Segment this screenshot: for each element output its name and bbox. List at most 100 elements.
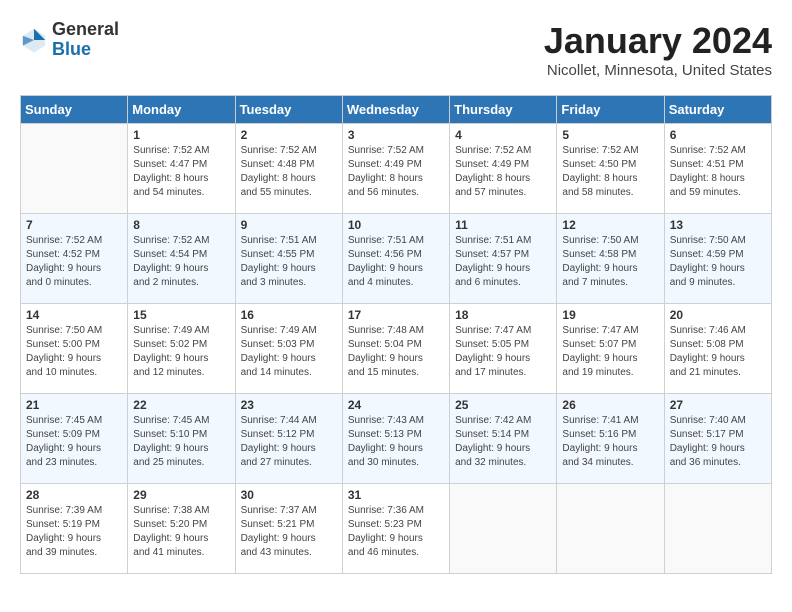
header-day-wednesday: Wednesday [342,96,449,124]
day-number: 20 [670,308,766,322]
calendar-cell: 14Sunrise: 7:50 AM Sunset: 5:00 PM Dayli… [21,304,128,394]
day-info: Sunrise: 7:37 AM Sunset: 5:21 PM Dayligh… [241,504,337,560]
day-info: Sunrise: 7:43 AM Sunset: 5:13 PM Dayligh… [348,414,444,470]
day-number: 12 [562,218,658,232]
day-info: Sunrise: 7:48 AM Sunset: 5:04 PM Dayligh… [348,324,444,380]
day-info: Sunrise: 7:50 AM Sunset: 4:58 PM Dayligh… [562,234,658,290]
day-info: Sunrise: 7:42 AM Sunset: 5:14 PM Dayligh… [455,414,551,470]
day-number: 1 [133,128,229,142]
day-number: 31 [348,488,444,502]
day-number: 10 [348,218,444,232]
day-number: 7 [26,218,122,232]
week-row-1: 1 Sunrise: 7:52 AM Sunset: 4:47 PM Daylig… [21,124,772,214]
calendar-cell: 15Sunrise: 7:49 AM Sunset: 5:02 PM Dayli… [128,304,235,394]
day-number: 19 [562,308,658,322]
day-info: Sunrise: 7:52 AM Sunset: 4:49 PM Dayligh… [348,144,444,200]
day-number: 29 [133,488,229,502]
calendar-cell: 26 Sunrise: 7:41 AM Sunset: 5:16 PM Dayli… [557,394,664,484]
calendar-cell: 29 Sunrise: 7:38 AM Sunset: 5:20 PM Dayli… [128,484,235,574]
day-number: 23 [241,398,337,412]
calendar-table: SundayMondayTuesdayWednesdayThursdayFrid… [20,95,772,574]
day-info: Sunrise: 7:39 AM Sunset: 5:19 PM Dayligh… [26,504,122,560]
calendar-cell [450,484,557,574]
day-info: Sunrise: 7:49 AM Sunset: 5:03 PM Dayligh… [241,324,337,380]
calendar-cell: 11Sunrise: 7:51 AM Sunset: 4:57 PM Dayli… [450,214,557,304]
calendar-cell: 23 Sunrise: 7:44 AM Sunset: 5:12 PM Dayli… [235,394,342,484]
day-info: Sunrise: 7:36 AM Sunset: 5:23 PM Dayligh… [348,504,444,560]
day-info: Sunrise: 7:52 AM Sunset: 4:50 PM Dayligh… [562,144,658,200]
header-day-monday: Monday [128,96,235,124]
day-info: Sunrise: 7:51 AM Sunset: 4:56 PM Dayligh… [348,234,444,290]
day-info: Sunrise: 7:46 AM Sunset: 5:08 PM Dayligh… [670,324,766,380]
week-row-4: 21 Sunrise: 7:45 AM Sunset: 5:09 PM Dayli… [21,394,772,484]
day-number: 24 [348,398,444,412]
calendar-cell: 17 Sunrise: 7:48 AM Sunset: 5:04 PM Dayli… [342,304,449,394]
page-header: General Blue January 2024 Nicollet, Minn… [20,20,772,79]
calendar-cell: 3 Sunrise: 7:52 AM Sunset: 4:49 PM Daylig… [342,124,449,214]
day-number: 4 [455,128,551,142]
calendar-cell: 4 Sunrise: 7:52 AM Sunset: 4:49 PM Daylig… [450,124,557,214]
calendar-cell [664,484,771,574]
calendar-cell: 21 Sunrise: 7:45 AM Sunset: 5:09 PM Dayli… [21,394,128,484]
calendar-cell [557,484,664,574]
header-day-sunday: Sunday [21,96,128,124]
header-day-tuesday: Tuesday [235,96,342,124]
calendar-cell: 25 Sunrise: 7:42 AM Sunset: 5:14 PM Dayli… [450,394,557,484]
day-number: 13 [670,218,766,232]
calendar-cell: 18Sunrise: 7:47 AM Sunset: 5:05 PM Dayli… [450,304,557,394]
day-number: 14 [26,308,122,322]
day-info: Sunrise: 7:51 AM Sunset: 4:57 PM Dayligh… [455,234,551,290]
calendar-cell: 27 Sunrise: 7:40 AM Sunset: 5:17 PM Dayli… [664,394,771,484]
day-number: 22 [133,398,229,412]
day-info: Sunrise: 7:52 AM Sunset: 4:47 PM Dayligh… [133,144,229,200]
calendar-cell: 10 Sunrise: 7:51 AM Sunset: 4:56 PM Dayli… [342,214,449,304]
day-number: 18 [455,308,551,322]
logo-text: General Blue [52,20,119,60]
calendar-cell [21,124,128,214]
day-number: 28 [26,488,122,502]
day-number: 16 [241,308,337,322]
calendar-cell: 7 Sunrise: 7:52 AM Sunset: 4:52 PM Daylig… [21,214,128,304]
week-row-2: 7 Sunrise: 7:52 AM Sunset: 4:52 PM Daylig… [21,214,772,304]
day-info: Sunrise: 7:52 AM Sunset: 4:52 PM Dayligh… [26,234,122,290]
day-info: Sunrise: 7:52 AM Sunset: 4:54 PM Dayligh… [133,234,229,290]
day-number: 9 [241,218,337,232]
week-row-5: 28 Sunrise: 7:39 AM Sunset: 5:19 PM Dayli… [21,484,772,574]
day-info: Sunrise: 7:52 AM Sunset: 4:48 PM Dayligh… [241,144,337,200]
day-info: Sunrise: 7:41 AM Sunset: 5:16 PM Dayligh… [562,414,658,470]
calendar-body: 1 Sunrise: 7:52 AM Sunset: 4:47 PM Daylig… [21,124,772,574]
day-info: Sunrise: 7:52 AM Sunset: 4:51 PM Dayligh… [670,144,766,200]
day-info: Sunrise: 7:49 AM Sunset: 5:02 PM Dayligh… [133,324,229,380]
day-number: 21 [26,398,122,412]
calendar-cell: 19 Sunrise: 7:47 AM Sunset: 5:07 PM Dayli… [557,304,664,394]
day-number: 17 [348,308,444,322]
calendar-cell: 8 Sunrise: 7:52 AM Sunset: 4:54 PM Daylig… [128,214,235,304]
calendar-cell: 13Sunrise: 7:50 AM Sunset: 4:59 PM Dayli… [664,214,771,304]
day-info: Sunrise: 7:45 AM Sunset: 5:09 PM Dayligh… [26,414,122,470]
logo: General Blue [20,20,119,60]
day-number: 27 [670,398,766,412]
day-number: 3 [348,128,444,142]
calendar-cell: 20 Sunrise: 7:46 AM Sunset: 5:08 PM Dayli… [664,304,771,394]
day-info: Sunrise: 7:47 AM Sunset: 5:07 PM Dayligh… [562,324,658,380]
day-number: 5 [562,128,658,142]
day-info: Sunrise: 7:40 AM Sunset: 5:17 PM Dayligh… [670,414,766,470]
day-number: 26 [562,398,658,412]
day-info: Sunrise: 7:51 AM Sunset: 4:55 PM Dayligh… [241,234,337,290]
calendar-cell: 9 Sunrise: 7:51 AM Sunset: 4:55 PM Daylig… [235,214,342,304]
day-number: 6 [670,128,766,142]
calendar-cell: 2 Sunrise: 7:52 AM Sunset: 4:48 PM Daylig… [235,124,342,214]
day-info: Sunrise: 7:38 AM Sunset: 5:20 PM Dayligh… [133,504,229,560]
header-row: SundayMondayTuesdayWednesdayThursdayFrid… [21,96,772,124]
header-day-saturday: Saturday [664,96,771,124]
header-day-thursday: Thursday [450,96,557,124]
day-number: 25 [455,398,551,412]
title-block: January 2024 Nicollet, Minnesota, United… [544,20,772,79]
calendar-cell: 24 Sunrise: 7:43 AM Sunset: 5:13 PM Dayli… [342,394,449,484]
day-number: 2 [241,128,337,142]
calendar-cell: 5 Sunrise: 7:52 AM Sunset: 4:50 PM Daylig… [557,124,664,214]
day-number: 8 [133,218,229,232]
week-row-3: 14Sunrise: 7:50 AM Sunset: 5:00 PM Dayli… [21,304,772,394]
day-info: Sunrise: 7:52 AM Sunset: 4:49 PM Dayligh… [455,144,551,200]
day-info: Sunrise: 7:44 AM Sunset: 5:12 PM Dayligh… [241,414,337,470]
